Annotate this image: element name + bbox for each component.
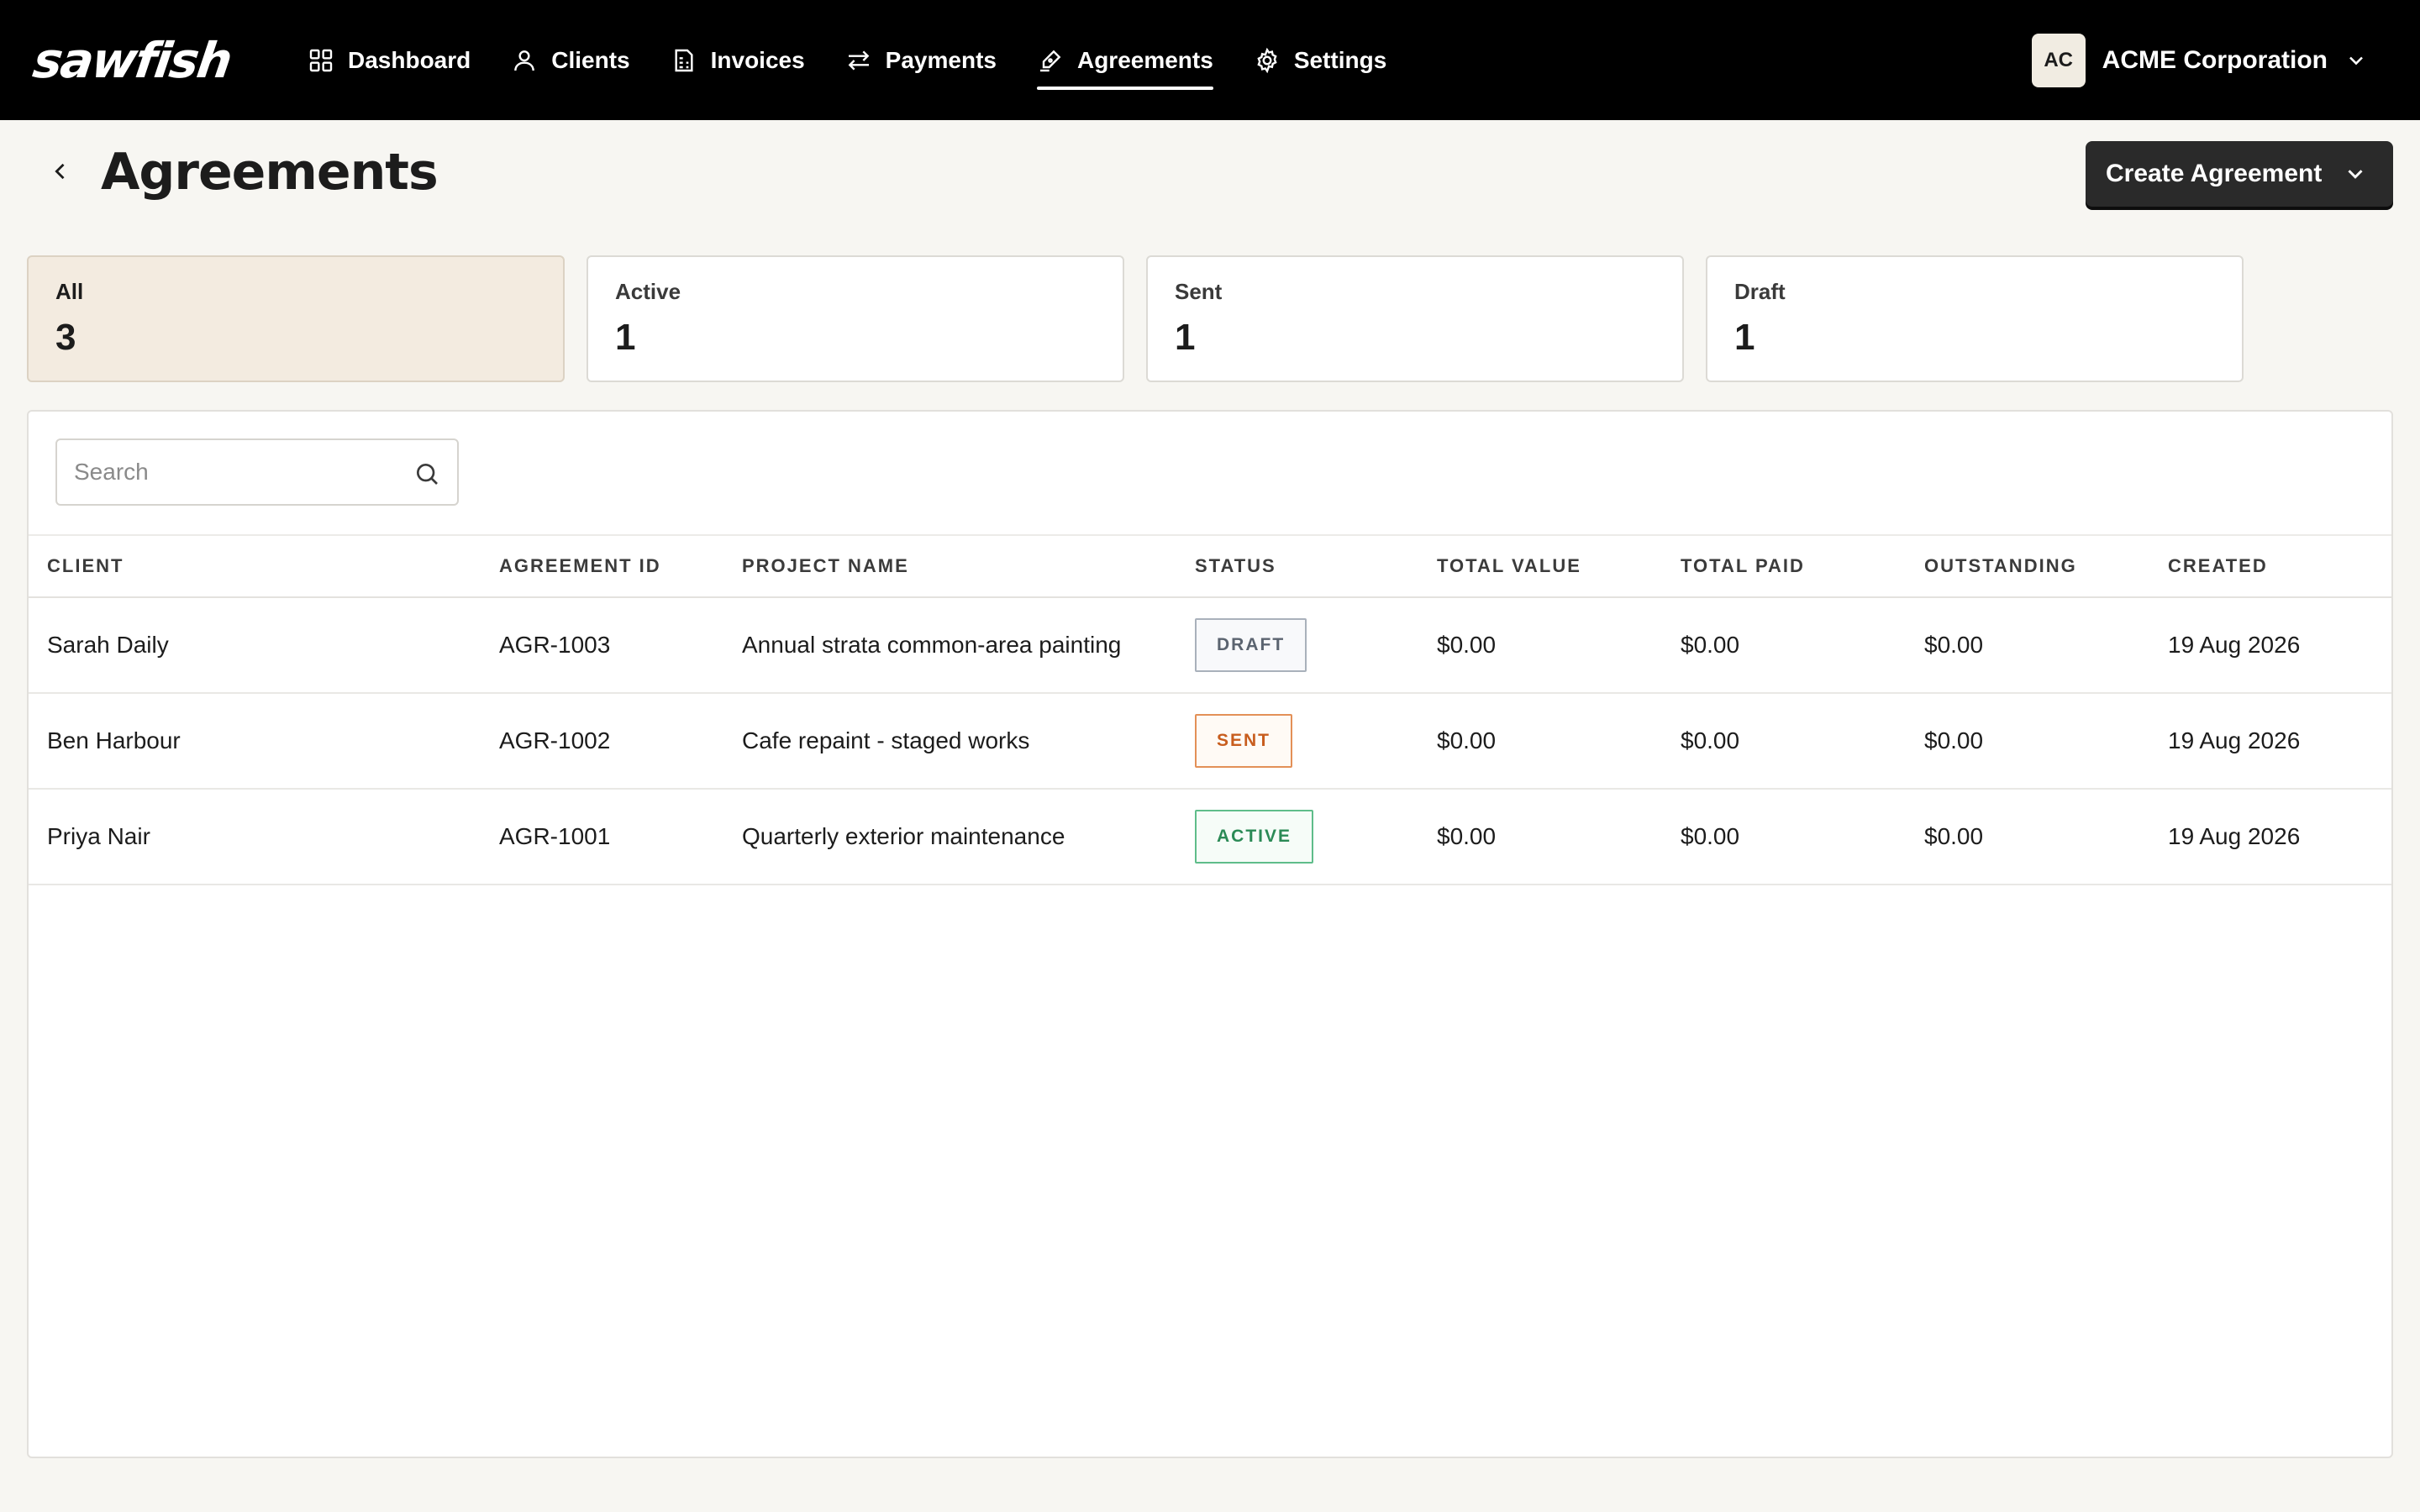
column-header-outstanding[interactable]: OUTSTANDING	[1924, 536, 2077, 596]
search-icon[interactable]	[413, 460, 440, 487]
pen-sign-icon	[1039, 50, 1061, 71]
cell-total-paid: $0.00	[1681, 823, 1740, 849]
sawfish-logo[interactable]: sawfish	[29, 32, 234, 89]
create-agreement-button[interactable]: Create Agreement	[2086, 141, 2393, 207]
table-row[interactable]: Priya Nair AGR-1001 Quarterly exterior m…	[29, 790, 2391, 885]
cell-created: 19 Aug 2026	[2168, 632, 2301, 658]
cell-project-name: Cafe repaint - staged works	[742, 727, 1030, 753]
nav-item-label: Agreements	[1076, 46, 1213, 73]
cell-outstanding: $0.00	[1924, 727, 1984, 753]
chevron-left-icon	[55, 163, 65, 180]
nav-item-label: Clients	[551, 46, 630, 73]
cell-total-value: $0.00	[1437, 632, 1497, 658]
nav-item-label: Settings	[1293, 46, 1387, 73]
cell-outstanding: $0.00	[1924, 823, 1984, 849]
stat-count: 1	[1175, 317, 1196, 358]
stat-label: Active	[615, 279, 681, 304]
cell-agreement-id: AGR-1002	[499, 727, 611, 753]
main-nav: Dashboard Clients Invoices Payments Agre…	[308, 0, 1427, 120]
cell-created: 19 Aug 2026	[2168, 823, 2301, 849]
cell-project-name: Quarterly exterior maintenance	[742, 823, 1065, 849]
agreements-table-panel: CLIENT AGREEMENT ID PROJECT NAME STATUS …	[27, 410, 2393, 1458]
nav-item-clients[interactable]: Clients	[511, 0, 630, 120]
column-header-total-paid[interactable]: TOTAL PAID	[1681, 536, 1805, 596]
org-avatar: AC	[2031, 34, 2086, 87]
stat-card-sent[interactable]: Sent 1	[1146, 255, 1684, 382]
org-name: ACME Corporation	[2102, 46, 2328, 74]
status-badge: ACTIVE	[1195, 810, 1314, 864]
cell-project-name: Annual strata common-area painting	[742, 632, 1122, 658]
stat-label: Draft	[1734, 279, 1786, 304]
stat-count: 3	[55, 317, 76, 358]
transfer-arrows-icon	[848, 50, 870, 71]
chevron-down-icon	[2348, 170, 2363, 179]
nav-item-dashboard[interactable]: Dashboard	[308, 0, 471, 120]
page-title: Agreements	[101, 143, 439, 202]
nav-item-label: Dashboard	[348, 46, 471, 73]
search-input[interactable]	[57, 440, 457, 504]
stat-card-all[interactable]: All 3	[27, 255, 565, 382]
nav-item-invoices[interactable]: Invoices	[671, 0, 805, 120]
cell-total-value: $0.00	[1437, 823, 1497, 849]
column-header-project-name[interactable]: PROJECT NAME	[742, 536, 909, 596]
cell-total-value: $0.00	[1437, 727, 1497, 753]
chevron-down-icon	[2349, 56, 2363, 66]
column-header-client[interactable]: CLIENT	[47, 536, 124, 596]
stat-label: All	[55, 279, 84, 304]
nav-item-label: Payments	[885, 46, 997, 73]
user-icon	[514, 50, 535, 71]
organization-switcher[interactable]: AC ACME Corporation	[2031, 34, 2368, 87]
cell-total-paid: $0.00	[1681, 727, 1740, 753]
nav-item-payments[interactable]: Payments	[845, 0, 997, 120]
cell-agreement-id: AGR-1003	[499, 632, 611, 658]
cell-client: Priya Nair	[47, 823, 150, 849]
cell-created: 19 Aug 2026	[2168, 727, 2301, 753]
nav-item-label: Invoices	[710, 46, 805, 73]
status-badge: DRAFT	[1195, 618, 1307, 672]
status-filter-cards: All 3 Active 1 Sent 1 Draft 1	[27, 255, 2244, 382]
create-agreement-label: Create Agreement	[2106, 160, 2323, 187]
column-header-agreement-id[interactable]: AGREEMENT ID	[499, 536, 661, 596]
nav-item-agreements[interactable]: Agreements	[1036, 0, 1213, 120]
dashboard-grid-icon	[309, 49, 333, 71]
stat-label: Sent	[1175, 279, 1223, 304]
table-row[interactable]: Sarah Daily AGR-1003 Annual strata commo…	[29, 598, 2391, 694]
column-header-created[interactable]: CREATED	[2168, 536, 2268, 596]
nav-item-settings[interactable]: Settings	[1254, 0, 1386, 120]
invoice-icon	[675, 49, 693, 71]
search-box	[55, 438, 459, 506]
table-header: CLIENT AGREEMENT ID PROJECT NAME STATUS …	[29, 534, 2391, 598]
stat-count: 1	[615, 317, 636, 358]
cell-client: Ben Harbour	[47, 727, 181, 753]
stat-card-draft[interactable]: Draft 1	[1706, 255, 2244, 382]
gear-icon	[1257, 47, 1277, 73]
back-button[interactable]	[44, 155, 77, 188]
top-navigation-bar: sawfish Dashboard Clients Invoices Payme…	[0, 0, 2420, 120]
cell-client: Sarah Daily	[47, 632, 169, 658]
stat-card-active[interactable]: Active 1	[587, 255, 1124, 382]
column-header-status[interactable]: STATUS	[1195, 536, 1276, 596]
column-header-total-value[interactable]: TOTAL VALUE	[1437, 536, 1581, 596]
cell-outstanding: $0.00	[1924, 632, 1984, 658]
table-row[interactable]: Ben Harbour AGR-1002 Cafe repaint - stag…	[29, 694, 2391, 790]
stat-count: 1	[1734, 317, 1755, 358]
cell-total-paid: $0.00	[1681, 632, 1740, 658]
cell-agreement-id: AGR-1001	[499, 823, 611, 849]
status-badge: SENT	[1195, 714, 1293, 768]
